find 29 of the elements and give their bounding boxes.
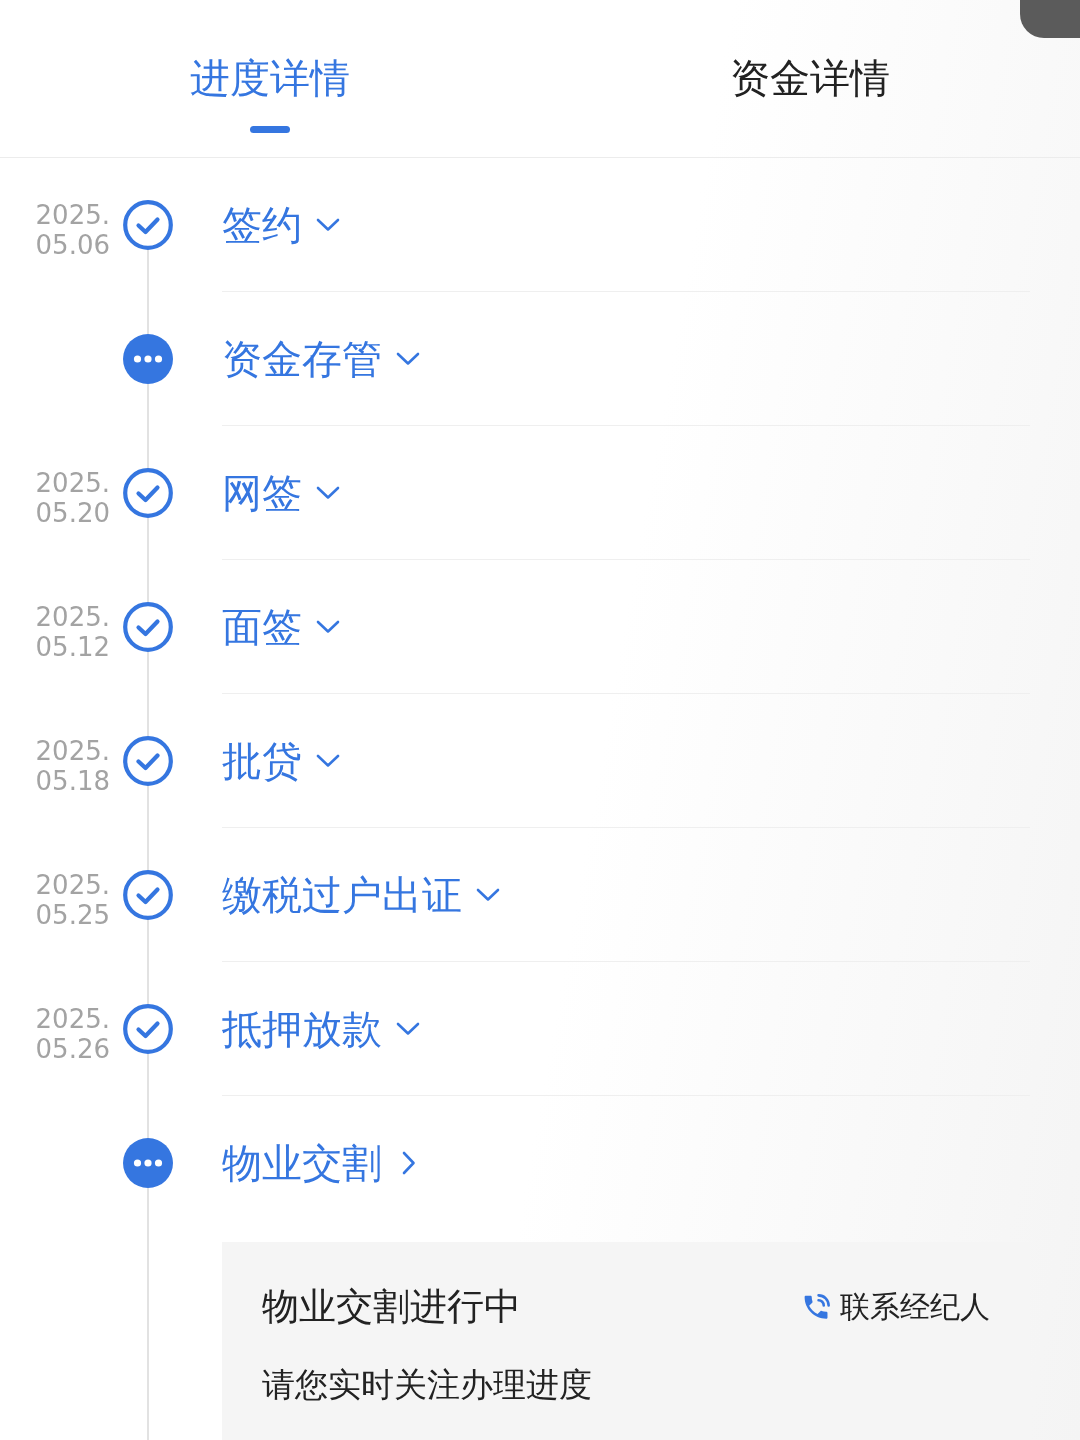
chevron-down-icon: [396, 351, 420, 366]
chevron-down-icon: [396, 1021, 420, 1036]
step-toggle[interactable]: 签约: [222, 203, 340, 246]
tab[interactable]: 进度详情: [190, 58, 350, 133]
step-toggle[interactable]: 资金存管: [222, 337, 420, 380]
step-toggle[interactable]: 网签: [222, 471, 340, 514]
chevron-down-icon: [476, 887, 500, 902]
tab[interactable]: 资金详情: [730, 58, 890, 98]
chevron-down-icon: [316, 753, 340, 768]
step-toggle[interactable]: 缴税过户出证: [222, 873, 500, 916]
step-toggle[interactable]: 面签: [222, 605, 340, 648]
chevron-down-icon: [316, 485, 340, 500]
contact-agent-link[interactable]: 联系经纪人: [801, 1290, 990, 1324]
chevron-down-icon: [316, 217, 340, 232]
step-toggle[interactable]: 批贷: [222, 739, 340, 782]
card-title: 物业交割进行中: [262, 1286, 521, 1328]
step-date: 2025. 05.20: [35, 468, 110, 528]
chevron-right-icon: [402, 1151, 416, 1175]
tab-indicator: [250, 126, 290, 133]
corner-overlay-shape: [1020, 0, 1080, 38]
chevron-down-icon: [316, 619, 340, 634]
step-date: 2025. 05.26: [35, 1004, 110, 1064]
step-date: 2025. 05.12: [35, 602, 110, 662]
step-date: 2025. 05.25: [35, 870, 110, 930]
step-toggle[interactable]: 物业交割: [222, 1142, 416, 1184]
step-toggle[interactable]: 抵押放款: [222, 1007, 420, 1050]
step-date: 2025. 05.18: [35, 736, 110, 796]
step-date: 2025. 05.06: [35, 200, 110, 260]
card-note: 请您实时关注办理进度: [262, 1366, 593, 1404]
